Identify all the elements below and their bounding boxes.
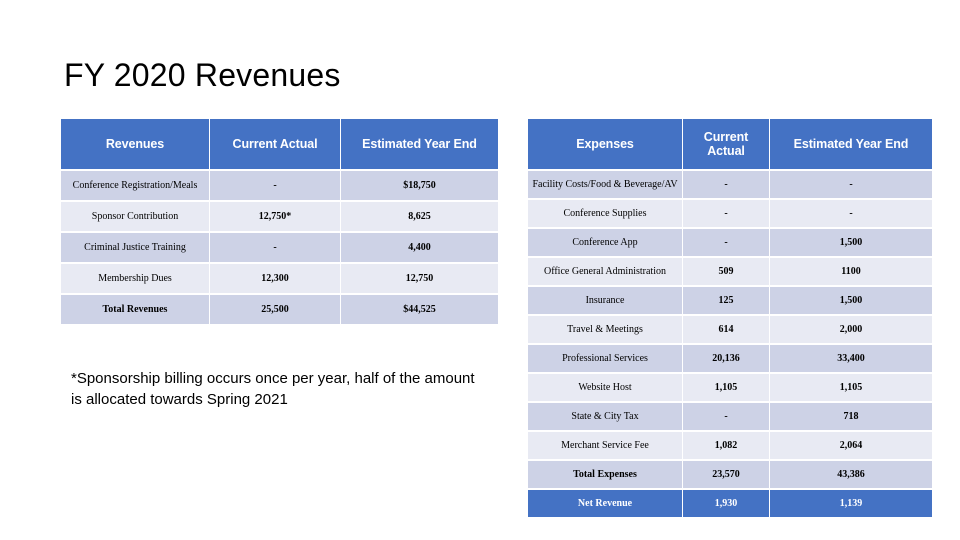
column-header-current-actual: Current Actual	[210, 119, 340, 169]
revenues-table-head: Revenues Current Actual Estimated Year E…	[61, 119, 498, 169]
current-actual-cell: -	[210, 233, 340, 262]
table-row: Office General Administration 509 1100	[528, 258, 932, 285]
current-actual-cell: 1,082	[683, 432, 769, 459]
revenues-table: Revenues Current Actual Estimated Year E…	[60, 117, 499, 326]
page-title: FY 2020 Revenues	[64, 57, 341, 93]
estimated-year-end-cell: 12,750	[341, 264, 498, 293]
estimated-year-end-cell: $44,525	[341, 295, 498, 324]
table-row: Membership Dues 12,300 12,750	[61, 264, 498, 293]
table-row: Net Revenue 1,930 1,139	[528, 490, 932, 517]
revenues-table-body: Conference Registration/Meals - $18,750 Spo…	[61, 171, 498, 324]
row-label-cell: Conference App	[528, 229, 682, 256]
current-actual-cell: 12,300	[210, 264, 340, 293]
row-label-cell: Conference Supplies	[528, 200, 682, 227]
current-actual-cell: -	[210, 171, 340, 200]
row-label-cell: State & City Tax	[528, 403, 682, 430]
current-actual-cell: 125	[683, 287, 769, 314]
row-label-cell: Sponsor Contribution	[61, 202, 209, 231]
current-actual-cell: 1,105	[683, 374, 769, 401]
column-header-expenses: Expenses	[528, 119, 682, 169]
table-row: Insurance 125 1,500	[528, 287, 932, 314]
current-actual-cell: 23,570	[683, 461, 769, 488]
estimated-year-end-cell: 2,064	[770, 432, 932, 459]
column-header-revenues: Revenues	[61, 119, 209, 169]
row-label-cell: Conference Registration/Meals	[61, 171, 209, 200]
estimated-year-end-cell: 4,400	[341, 233, 498, 262]
row-label-cell: Travel & Meetings	[528, 316, 682, 343]
estimated-year-end-cell: 1,500	[770, 287, 932, 314]
table-row: Merchant Service Fee 1,082 2,064	[528, 432, 932, 459]
column-header-estimated-year-end: Estimated Year End	[341, 119, 498, 169]
table-row: Facility Costs/Food & Beverage/AV - -	[528, 171, 932, 198]
column-header-current-actual: Current Actual	[683, 119, 769, 169]
estimated-year-end-cell: 718	[770, 403, 932, 430]
table-row: Website Host 1,105 1,105	[528, 374, 932, 401]
row-label-cell: Total Revenues	[61, 295, 209, 324]
table-row: Criminal Justice Training -4,400	[61, 233, 498, 262]
row-label-cell: Office General Administration	[528, 258, 682, 285]
table-row: Conference Supplies - -	[528, 200, 932, 227]
row-label-cell: Professional Services	[528, 345, 682, 372]
table-row: Professional Services 20,136 33,400	[528, 345, 932, 372]
row-label-cell: Total Expenses	[528, 461, 682, 488]
estimated-year-end-cell: 33,400	[770, 345, 932, 372]
table-row: Total Revenues 25,500 $44,525	[61, 295, 498, 324]
table-row: Sponsor Contribution 12,750* 8,625	[61, 202, 498, 231]
estimated-year-end-cell: 1,139	[770, 490, 932, 517]
current-actual-cell: -	[683, 403, 769, 430]
table-row: Conference Registration/Meals - $18,750	[61, 171, 498, 200]
row-label-cell: Merchant Service Fee	[528, 432, 682, 459]
current-actual-cell: 25,500	[210, 295, 340, 324]
estimated-year-end-cell: $18,750	[341, 171, 498, 200]
table-row: Total Expenses 23,570 43,386	[528, 461, 932, 488]
row-label-cell: Criminal Justice Training	[61, 233, 209, 262]
table-row: Conference App -1,500	[528, 229, 932, 256]
sponsorship-footnote: *Sponsorship billing occurs once per yea…	[71, 370, 475, 409]
current-actual-cell: -	[683, 200, 769, 227]
table-header-row: Expenses Current Actual Estimated Year E…	[528, 119, 932, 169]
current-actual-cell: 1,930	[683, 490, 769, 517]
estimated-year-end-cell: 1,500	[770, 229, 932, 256]
table-header-row: Revenues Current Actual Estimated Year E…	[61, 119, 498, 169]
current-actual-cell: 12,750*	[210, 202, 340, 231]
estimated-year-end-cell: 1100	[770, 258, 932, 285]
table-row: Travel & Meetings 614 2,000	[528, 316, 932, 343]
table-row: State & City Tax -718	[528, 403, 932, 430]
current-actual-cell: 20,136	[683, 345, 769, 372]
expenses-table-body: Facility Costs/Food & Beverage/AV - - Confe…	[528, 171, 932, 517]
current-actual-cell: 509	[683, 258, 769, 285]
column-header-estimated-year-end: Estimated Year End	[770, 119, 932, 169]
estimated-year-end-cell: 43,386	[770, 461, 932, 488]
current-actual-cell: -	[683, 229, 769, 256]
expenses-table-head: Expenses Current Actual Estimated Year E…	[528, 119, 932, 169]
expenses-table: Expenses Current Actual Estimated Year E…	[527, 117, 933, 519]
estimated-year-end-cell: -	[770, 171, 932, 198]
estimated-year-end-cell: 1,105	[770, 374, 932, 401]
current-actual-cell: 614	[683, 316, 769, 343]
row-label-cell: Insurance	[528, 287, 682, 314]
row-label-cell: Facility Costs/Food & Beverage/AV	[528, 171, 682, 198]
current-actual-cell: -	[683, 171, 769, 198]
row-label-cell: Membership Dues	[61, 264, 209, 293]
estimated-year-end-cell: -	[770, 200, 932, 227]
estimated-year-end-cell: 8,625	[341, 202, 498, 231]
row-label-cell: Net Revenue	[528, 490, 682, 517]
row-label-cell: Website Host	[528, 374, 682, 401]
estimated-year-end-cell: 2,000	[770, 316, 932, 343]
